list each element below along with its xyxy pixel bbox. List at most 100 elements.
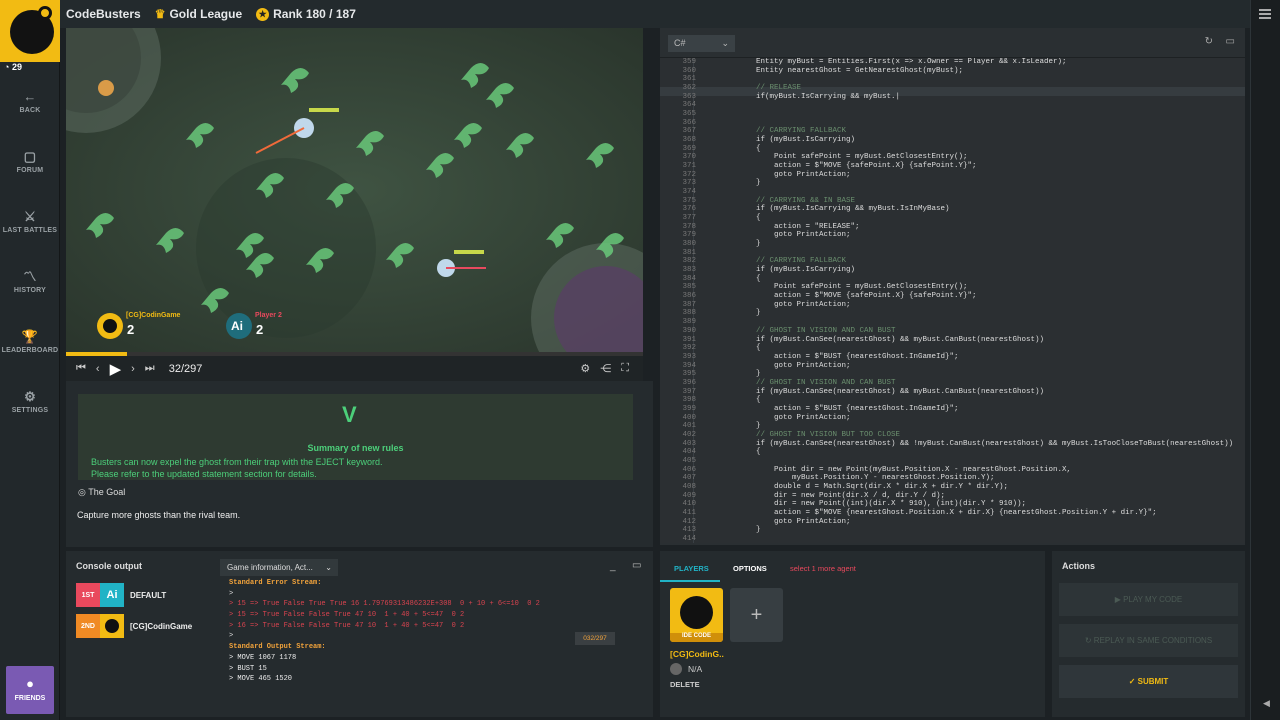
code-line[interactable] <box>702 318 1237 327</box>
code-line[interactable] <box>702 249 1237 258</box>
line-number: 409 <box>682 491 696 500</box>
code-line[interactable]: goto PrintAction; <box>702 231 1237 240</box>
codingame-logo[interactable] <box>0 0 60 62</box>
code-line[interactable]: Point safePoint = myBust.GetClosestEntry… <box>702 153 1237 162</box>
code-line[interactable]: goto PrintAction; <box>702 414 1237 423</box>
player2-name: Player 2 <box>255 312 282 319</box>
code-line[interactable]: if (myBust.CanSee(nearestGhost) && !myBu… <box>702 440 1237 449</box>
console-output[interactable]: Standard Error Stream: > > 15 => True Fals… <box>229 578 643 713</box>
prev-frame-icon[interactable]: ‹ <box>96 363 100 375</box>
gear-icon: ⚙ <box>24 389 36 404</box>
code-line[interactable]: { <box>702 448 1237 457</box>
code-line[interactable] <box>702 535 1237 543</box>
code-line[interactable]: if (myBust.IsCarrying && myBust.IsInMyBa… <box>702 205 1237 214</box>
code-line[interactable]: { <box>702 275 1237 284</box>
collapse-icon[interactable]: ◀ <box>1263 698 1270 709</box>
code-line[interactable]: Entity myBust = Entities.First(x => x.Ow… <box>702 58 1237 67</box>
code-line[interactable]: action = $"MOVE {nearestGhost.Position.X… <box>702 509 1237 518</box>
league-icon: ♛ <box>154 7 166 21</box>
share-icon[interactable]: ⋲ <box>600 362 611 375</box>
code-line[interactable]: double d = Math.Sqrt(dir.X * dir.X + dir… <box>702 483 1237 492</box>
code-line[interactable]: } <box>702 240 1237 249</box>
player-card[interactable]: IDE CODE <box>670 588 723 642</box>
code-line[interactable]: goto PrintAction; <box>702 362 1237 371</box>
minimize-icon[interactable]: _ <box>610 561 616 572</box>
code-lines[interactable]: Entity myBust = Entities.First(x => x.Ow… <box>702 58 1237 543</box>
code-line[interactable]: Point dir = new Point(myBust.Position.X … <box>702 466 1237 475</box>
console-filter-select[interactable]: Game information, Act... ⌄ <box>220 559 338 576</box>
code-line[interactable]: Entity nearestGhost = GetNearestGhost(my… <box>702 67 1237 76</box>
code-line[interactable]: action = $"BUST {nearestGhost.InGameId}"… <box>702 353 1237 362</box>
code-line[interactable]: if (myBust.CanSee(nearestGhost) && myBus… <box>702 336 1237 345</box>
menu-icon[interactable] <box>1259 9 1271 19</box>
submit-button[interactable]: ✓ SUBMIT <box>1059 665 1238 698</box>
code-line[interactable]: action = $"MOVE {safePoint.X} {safePoint… <box>702 162 1237 171</box>
code-line[interactable]: Point safePoint = myBust.GetClosestEntry… <box>702 283 1237 292</box>
code-line[interactable]: // GHOST IN VISION AND CAN BUST <box>702 379 1237 388</box>
expand-icon[interactable]: ▭ <box>1226 36 1235 47</box>
nav-back[interactable]: ← BACK <box>0 90 60 115</box>
code-line[interactable]: // CARRYING FALLBACK <box>702 257 1237 266</box>
code-line[interactable]: goto PrintAction; <box>702 171 1237 180</box>
code-line[interactable]: if (myBust.IsCarrying) <box>702 266 1237 275</box>
code-line[interactable]: if(myBust.IsCarrying && myBust.| <box>702 93 1237 102</box>
code-line[interactable]: // CARRYING FALLBACK <box>702 127 1237 136</box>
delete-player-button[interactable]: DELETE <box>670 680 700 689</box>
code-line[interactable]: dir = new Point(dir.X / d, dir.Y / d); <box>702 492 1237 501</box>
replay-controls: ⏮ ‹ ▶ › ⏭ 32/297 ⚙ ⋲ ⛶ <box>66 356 643 381</box>
reset-icon[interactable]: ↻ <box>1205 36 1213 47</box>
nav-leaderboard[interactable]: 🏆 LEADERBOARD <box>0 330 60 355</box>
replay-button[interactable]: ↻ REPLAY IN SAME CONDITIONS <box>1059 624 1238 657</box>
code-area[interactable]: 359 360 361 362 363 364 365 366 367 368 369 370 371 3… <box>660 58 1245 543</box>
code-line[interactable]: goto PrintAction; <box>702 301 1237 310</box>
code-line[interactable]: } <box>702 309 1237 318</box>
code-line[interactable]: { <box>702 145 1237 154</box>
last-frame-icon[interactable]: ⏭ <box>145 362 155 375</box>
code-line[interactable]: // GHOST IN VISION AND CAN BUST <box>702 327 1237 336</box>
code-line[interactable]: { <box>702 214 1237 223</box>
code-line[interactable]: } <box>702 370 1237 379</box>
code-line[interactable]: // RELEASE <box>702 84 1237 93</box>
code-line[interactable] <box>702 457 1237 466</box>
nav-settings[interactable]: ⚙ SETTINGS <box>0 389 60 415</box>
code-line[interactable] <box>702 119 1237 128</box>
language-select[interactable]: C# ⌄ <box>668 35 735 52</box>
code-line[interactable]: // GHOST IN VISION BUT TOO CLOSE <box>702 431 1237 440</box>
play-my-code-button[interactable]: ▶ PLAY MY CODE <box>1059 583 1238 616</box>
fullscreen-icon[interactable]: ⛶ <box>621 362 629 375</box>
code-line[interactable]: action = $"MOVE {safePoint.X} {safePoint… <box>702 292 1237 301</box>
nav-forum[interactable]: ▢ FORUM <box>0 150 60 175</box>
settings-icon[interactable]: ⚙ <box>580 362 590 375</box>
code-line[interactable]: } <box>702 422 1237 431</box>
code-line[interactable]: } <box>702 179 1237 188</box>
first-frame-icon[interactable]: ⏮ <box>76 362 86 375</box>
code-line[interactable]: if (myBust.CanSee(nearestGhost) && myBus… <box>702 388 1237 397</box>
code-line[interactable] <box>702 75 1237 84</box>
friends-button[interactable]: ● FRIENDS <box>6 666 54 714</box>
play-icon[interactable]: ▶ <box>110 360 122 378</box>
maximize-icon[interactable]: ▭ <box>632 560 641 571</box>
code-line[interactable]: { <box>702 344 1237 353</box>
nav-last-battles[interactable]: ⚔ LAST BATTLES <box>0 210 60 235</box>
line-number: 375 <box>682 196 696 205</box>
code-line[interactable] <box>702 110 1237 119</box>
code-line[interactable]: dir = new Point((int)(dir.X * 910), (int… <box>702 500 1237 509</box>
code-line[interactable]: // CARRYING && IN BASE <box>702 197 1237 206</box>
add-player-button[interactable]: + <box>730 588 783 642</box>
code-line[interactable]: myBust.Position.Y - nearestGhost.Positio… <box>702 474 1237 483</box>
tab-players[interactable]: PLAYERS <box>674 564 709 573</box>
top-bar: CodeBusters ♛ Gold League ★ Rank 180 / 1… <box>60 0 1250 28</box>
tab-options[interactable]: OPTIONS <box>733 564 767 573</box>
agent-warning: select 1 more agent <box>790 564 856 573</box>
nav-history[interactable]: 〽 HISTORY <box>0 270 60 295</box>
code-line[interactable]: goto PrintAction; <box>702 518 1237 527</box>
code-line[interactable] <box>702 188 1237 197</box>
code-line[interactable]: action = "RELEASE"; <box>702 223 1237 232</box>
code-line[interactable]: action = $"BUST {nearestGhost.InGameId}"… <box>702 405 1237 414</box>
code-line[interactable]: { <box>702 396 1237 405</box>
next-frame-icon[interactable]: › <box>131 363 135 375</box>
code-line[interactable]: if (myBust.IsCarrying) <box>702 136 1237 145</box>
code-line[interactable] <box>702 101 1237 110</box>
code-line[interactable]: } <box>702 526 1237 535</box>
game-viewer[interactable]: [CG]CodinGame 2 Ai Player 2 2 <box>66 28 643 352</box>
